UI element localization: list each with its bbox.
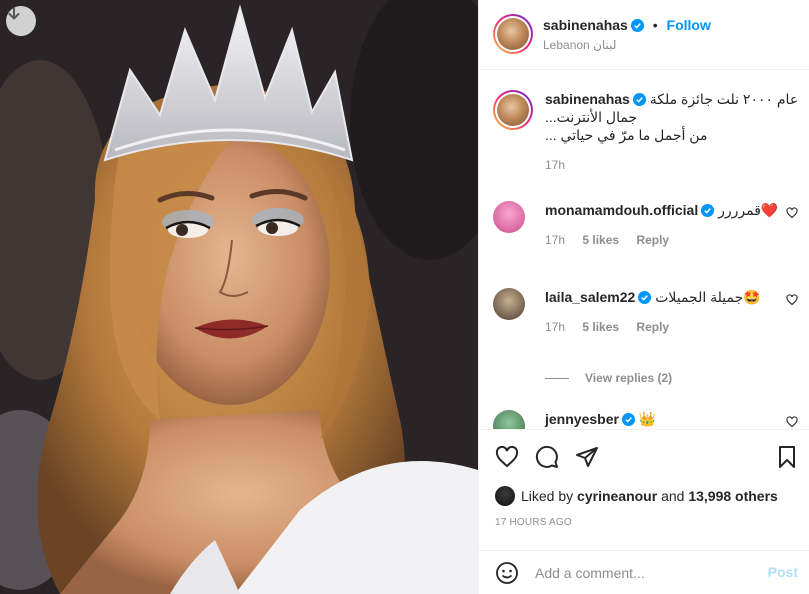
- comment-time[interactable]: 17h: [545, 233, 565, 247]
- post-header: sabinenahas • Follow Lebanon لبنان: [479, 0, 809, 70]
- comment-avatar[interactable]: [493, 201, 525, 233]
- follow-button[interactable]: Follow: [667, 17, 711, 33]
- comment-likes[interactable]: 5 likes: [582, 320, 619, 334]
- comment-time[interactable]: 17h: [545, 320, 565, 334]
- caption: sabinenahas عام ٢٠٠٠ نلت جائزة ملكة جمال…: [493, 90, 798, 180]
- caption-time[interactable]: 17h: [545, 158, 565, 172]
- comment-likes[interactable]: 5 likes: [582, 233, 619, 247]
- share-paper-plane-icon[interactable]: [575, 445, 599, 469]
- comment-username[interactable]: monamamdouh.official: [545, 202, 698, 218]
- add-comment-bar: Post: [479, 550, 809, 594]
- post-actions-bar: [479, 429, 809, 483]
- liker-avatar[interactable]: [495, 486, 515, 506]
- comment-text: جميلة الجميلات🤩: [655, 289, 761, 305]
- reply-button[interactable]: Reply: [636, 320, 669, 334]
- view-replies-label: View replies (2): [585, 371, 673, 385]
- author-username[interactable]: sabinenahas: [543, 17, 628, 33]
- post-side-panel: sabinenahas • Follow Lebanon لبنان sabin…: [478, 0, 809, 594]
- post-comment-button[interactable]: Post: [768, 564, 798, 580]
- post-location[interactable]: Lebanon لبنان: [543, 38, 616, 52]
- likes-prefix: Liked by: [521, 488, 578, 504]
- caption-line-1: عام ٢٠٠٠ نلت جائزة ملكة: [649, 91, 799, 107]
- add-comment-input[interactable]: [535, 561, 745, 585]
- comment-bubble-icon[interactable]: [535, 445, 559, 469]
- like-comment-heart-icon[interactable]: [786, 416, 798, 428]
- likes-count[interactable]: 13,998 others: [688, 488, 778, 504]
- comment-text: 👑: [638, 411, 657, 427]
- separator-dot: •: [652, 17, 658, 33]
- liker-username[interactable]: cyrineanour: [577, 488, 657, 504]
- comment-item: laila_salem22 جميلة الجميلات🤩 17h 5 like…: [493, 288, 798, 348]
- arrow-down-icon: [8, 7, 20, 20]
- verified-badge-icon: [632, 93, 646, 106]
- comments-list[interactable]: sabinenahas عام ٢٠٠٠ نلت جائزة ملكة جمال…: [479, 71, 809, 429]
- emoji-smiley-icon[interactable]: [495, 561, 519, 585]
- verified-badge-icon: [630, 19, 644, 32]
- likes-middle: and: [657, 488, 689, 504]
- likes-summary: Liked by cyrineanour and 13,998 others: [495, 486, 778, 506]
- download-button[interactable]: [6, 6, 36, 36]
- verified-badge-icon: [621, 413, 635, 426]
- comment-item: jennyesber 👑: [493, 410, 798, 429]
- verified-badge-icon: [701, 204, 715, 217]
- post-timestamp[interactable]: 17 HOURS AGO: [495, 517, 572, 528]
- caption-line-3: من أجمل ما مرّ في حياتي ...: [545, 127, 708, 143]
- replies-divider-line: [545, 378, 569, 380]
- author-avatar[interactable]: [493, 14, 533, 54]
- like-comment-heart-icon[interactable]: [786, 294, 798, 306]
- caption-avatar[interactable]: [493, 90, 533, 130]
- comment-username[interactable]: laila_salem22: [545, 289, 635, 305]
- like-comment-heart-icon[interactable]: [786, 207, 798, 219]
- comment-item: monamamdouh.official قمرررر❤️ 17h 5 like…: [493, 201, 798, 261]
- caption-line-2: جمال الأنترنت...: [545, 109, 638, 125]
- view-replies-button[interactable]: View replies (2): [545, 371, 672, 385]
- comment-username[interactable]: jennyesber: [545, 411, 619, 427]
- caption-username[interactable]: sabinenahas: [545, 91, 630, 107]
- comment-avatar[interactable]: [493, 288, 525, 320]
- like-heart-icon[interactable]: [495, 445, 519, 469]
- save-bookmark-icon[interactable]: [775, 445, 799, 469]
- reply-button[interactable]: Reply: [636, 233, 669, 247]
- comment-text: قمرررر❤️: [718, 202, 779, 218]
- post-photo[interactable]: [0, 0, 478, 594]
- verified-badge-icon: [638, 291, 652, 304]
- comment-avatar[interactable]: [493, 410, 525, 429]
- portrait-illustration: [0, 0, 478, 594]
